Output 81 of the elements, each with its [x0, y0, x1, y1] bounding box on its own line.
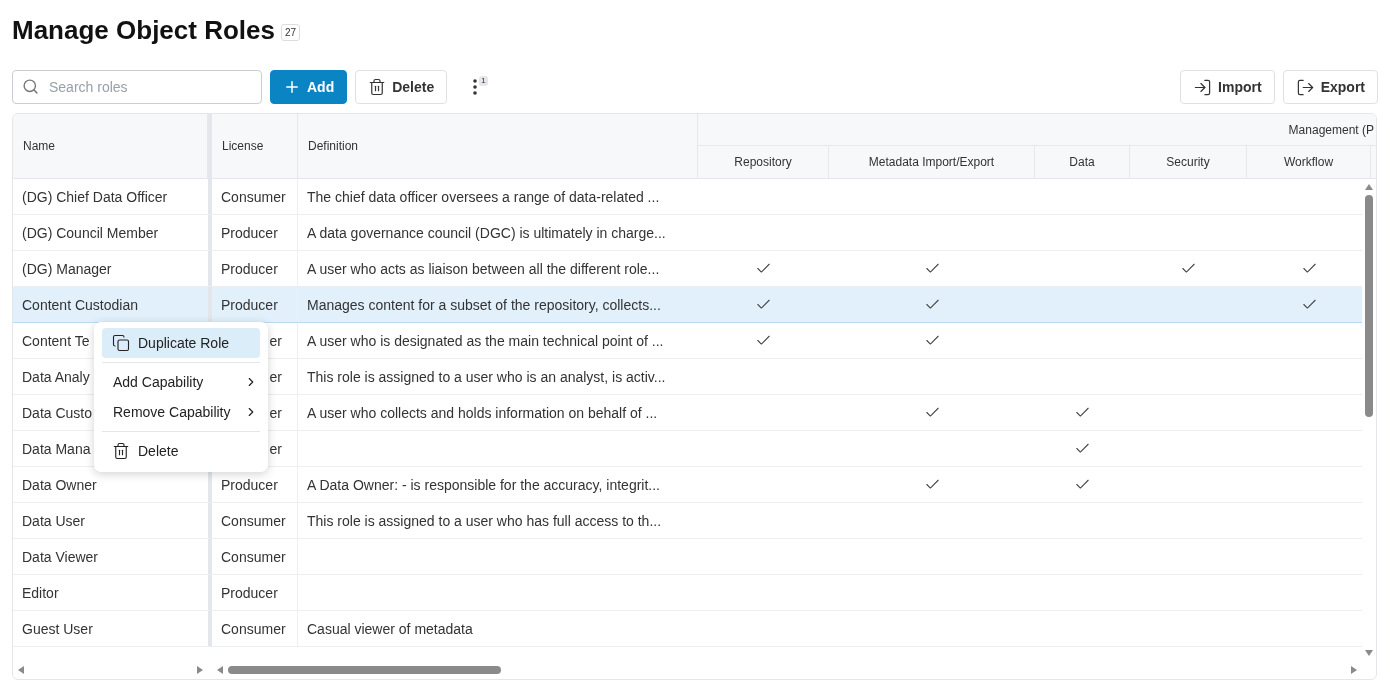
- table-row[interactable]: Guest User Consumer Casual viewer of metadata: [13, 611, 1362, 647]
- column-header[interactable]: Security: [1130, 146, 1247, 178]
- table-cell: A user who is designated as the main technical point of ...: [307, 332, 664, 349]
- menu-item[interactable]: Delete: [102, 436, 260, 466]
- table-cell: (DG) Council Member: [22, 224, 159, 241]
- column-header[interactable]: Workflow: [1247, 146, 1371, 178]
- table-cell: Data Mana: [22, 440, 91, 457]
- trash-icon: [368, 78, 387, 96]
- scroll-right-icon[interactable]: [1350, 666, 1358, 674]
- table-row[interactable]: (DG) Council Member Producer A data governance council (DGC) is ultimately in charge...: [13, 215, 1362, 251]
- table-cell: Data Viewer: [22, 548, 98, 565]
- table-cell: Consumer: [221, 188, 286, 205]
- scroll-down-icon[interactable]: [1365, 649, 1373, 657]
- table-row[interactable]: Data Owner Producer A Data Owner: - is responsible for the accuracy, integrit...: [13, 467, 1362, 503]
- table-cell: Producer: [221, 296, 278, 313]
- scroll-right-icon[interactable]: [196, 666, 204, 674]
- table-cell: Data Analy: [22, 368, 90, 385]
- delete-button[interactable]: Delete: [355, 70, 448, 104]
- plus-icon: [283, 78, 301, 96]
- table-cell: Editor: [22, 584, 59, 601]
- table-cell: Producer: [221, 476, 278, 493]
- search-icon: [22, 78, 39, 95]
- import-button[interactable]: Import: [1180, 70, 1275, 104]
- table-cell: Consumer: [221, 512, 286, 529]
- table-row[interactable]: Editor Producer: [13, 575, 1362, 611]
- add-button[interactable]: Add: [270, 70, 348, 104]
- scroll-left-icon[interactable]: [17, 666, 25, 674]
- table-cell: er: [269, 404, 282, 421]
- column-header[interactable]: Repository: [698, 146, 829, 178]
- table-row[interactable]: (DG) Chief Data Officer Consumer The chief data officer oversees a range of data-related ...: [13, 179, 1362, 215]
- table-cell: The chief data officer oversees a range of data-related ...: [307, 188, 660, 205]
- import-icon: [1193, 77, 1213, 97]
- copy-icon: [112, 334, 130, 352]
- table-row[interactable]: Data User Consumer This role is assigned to a user who has full access to th...: [13, 503, 1362, 539]
- menu-item[interactable]: Remove Capability: [102, 397, 260, 427]
- trash-icon: [112, 442, 130, 460]
- table-cell: er: [269, 368, 282, 385]
- table-cell: Consumer: [221, 620, 286, 637]
- table-cell: A Data Owner: - is responsible for the accuracy, integrit...: [307, 476, 660, 493]
- table-cell: Content Custodian: [22, 296, 138, 313]
- table-cell: A user who acts as liaison between all the different role...: [307, 260, 660, 277]
- more-icon: [473, 79, 478, 95]
- scrollbar-thumb[interactable]: [228, 666, 501, 674]
- scrollbar-thumb[interactable]: [1365, 195, 1373, 417]
- selection-badge: 1: [479, 76, 488, 86]
- menu-item[interactable]: Add Capability: [102, 367, 260, 397]
- column-header[interactable]: Data: [1035, 146, 1130, 178]
- table-row[interactable]: (DG) Manager Producer A user who acts as liaison between all the different role...: [13, 251, 1362, 287]
- group-header: Management (P: [1288, 122, 1374, 137]
- table-cell: Casual viewer of metadata: [307, 620, 473, 637]
- column-header[interactable]: License: [212, 114, 298, 178]
- table-cell: This role is assigned to a user who has full access to th...: [307, 512, 662, 529]
- search-field[interactable]: Search roles: [12, 70, 262, 104]
- table-row[interactable]: Data Viewer Consumer: [13, 539, 1362, 575]
- table-cell: This role is assigned to a user who is an analyst, is activ...: [307, 368, 666, 385]
- table-cell: Data Custo: [22, 404, 93, 421]
- table-cell: Manages content for a subset of the repository, collects...: [307, 296, 661, 313]
- table-cell: (DG) Manager: [22, 260, 112, 277]
- column-header[interactable]: Metadata Import/Export: [829, 146, 1035, 178]
- column-header[interactable]: Definition: [298, 114, 698, 178]
- menu-item[interactable]: Duplicate Role: [102, 328, 260, 358]
- scroll-up-icon[interactable]: [1365, 183, 1373, 191]
- table-cell: (DG) Chief Data Officer: [22, 188, 168, 205]
- table-cell: Data Owner: [22, 476, 97, 493]
- table-cell: Producer: [221, 260, 278, 277]
- table-cell: A data governance council (DGC) is ultimately in charge...: [307, 224, 666, 241]
- table-cell: Consumer: [221, 548, 286, 565]
- table-row[interactable]: Content Custodian Producer Manages content for a subset of the repository, collects...: [13, 287, 1362, 323]
- table-cell: A user who collects and holds information on behalf of ...: [307, 404, 658, 421]
- table-cell: Content Te: [22, 332, 90, 349]
- export-button[interactable]: Export: [1282, 70, 1378, 104]
- table-cell: er: [269, 332, 282, 349]
- table-cell: Producer: [221, 224, 278, 241]
- export-icon: [1295, 77, 1315, 97]
- table-cell: Producer: [221, 584, 278, 601]
- count-badge: 27: [280, 23, 301, 41]
- table-cell: Guest User: [22, 620, 93, 637]
- table-cell: er: [269, 440, 282, 457]
- page-title: Manage Object Roles: [12, 14, 275, 46]
- table-cell: Data User: [22, 512, 86, 529]
- scroll-left-icon[interactable]: [216, 666, 224, 674]
